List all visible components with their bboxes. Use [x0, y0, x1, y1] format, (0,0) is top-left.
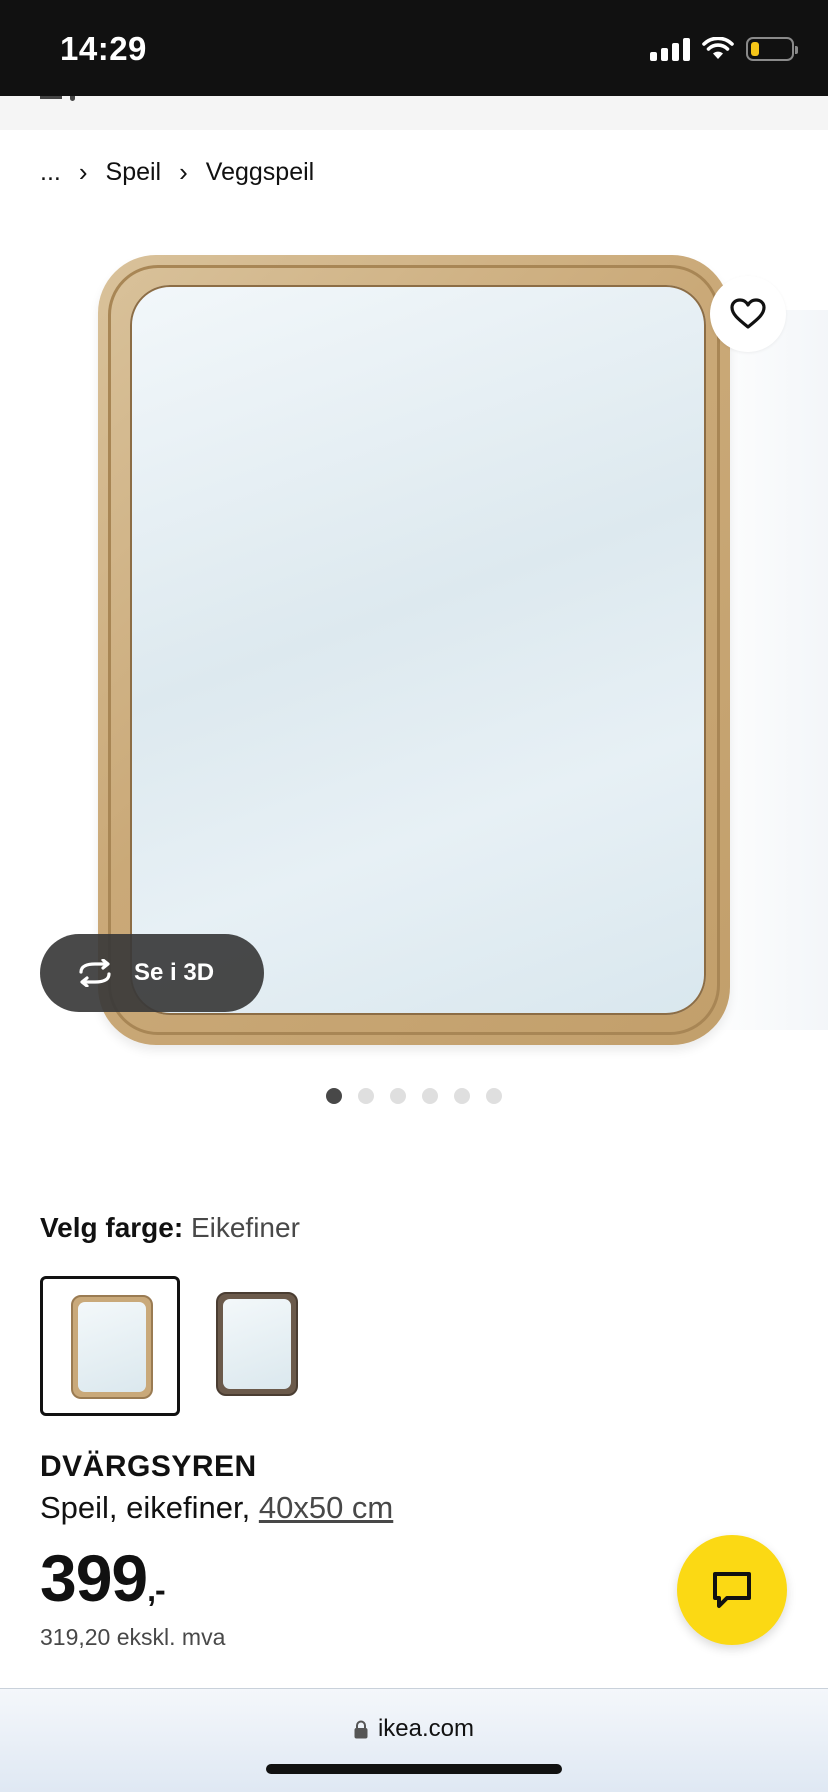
favorite-button[interactable] [710, 276, 786, 352]
color-selector-label: Velg farge: Eikefiner [40, 1212, 300, 1244]
chat-bubble-icon [713, 1572, 751, 1608]
product-name: DVÄRGSYREN [40, 1450, 257, 1483]
product-description-text: Speil, eikefiner, [40, 1490, 251, 1525]
mirror-frame [98, 255, 730, 1045]
pager-dot[interactable] [326, 1088, 342, 1104]
heart-icon [730, 298, 766, 329]
signal-icon [650, 37, 690, 61]
breadcrumb: ... › Speil › Veggspeil [40, 156, 314, 188]
pager-dot[interactable] [486, 1088, 502, 1104]
view-3d-button[interactable]: Se i 3D [40, 934, 264, 1012]
oak-veneer-swatch[interactable] [40, 1276, 180, 1416]
product-description: Speil, eikefiner, 40x50 cm [40, 1490, 393, 1526]
breadcrumb-item-speil[interactable]: Speil [106, 158, 162, 187]
chevron-right-icon: › [179, 156, 188, 187]
price-value: 399 [40, 1541, 148, 1615]
url-text: ikea.com [377, 1715, 475, 1742]
status-bar: 14:29 [0, 0, 828, 96]
pager-dot[interactable] [422, 1088, 438, 1104]
dark-brown-swatch[interactable] [188, 1276, 328, 1416]
wifi-icon [702, 37, 734, 59]
battery-level [751, 42, 759, 56]
breadcrumb-ellipsis[interactable]: ... [40, 158, 61, 187]
chevron-right-icon: › [78, 156, 88, 187]
battery-icon [746, 37, 798, 61]
pager-dot[interactable] [454, 1088, 470, 1104]
pager-dot[interactable] [358, 1088, 374, 1104]
menu-icon[interactable] [40, 96, 86, 102]
home-indicator [266, 1764, 562, 1774]
breadcrumb-item-veggspeil[interactable]: Veggspeil [206, 158, 314, 187]
product-price: 399,- [40, 1540, 166, 1616]
color-label: Velg farge: [40, 1212, 184, 1243]
image-pager[interactable] [326, 1088, 502, 1104]
pager-dot[interactable] [390, 1088, 406, 1104]
status-icons [650, 34, 798, 64]
size-link[interactable]: 40x50 cm [259, 1490, 393, 1525]
view-3d-label: Se i 3D [134, 959, 215, 986]
status-time: 14:29 [60, 30, 147, 67]
header-strip [0, 96, 828, 130]
rotate-3d-icon [79, 959, 111, 987]
browser-url-bar[interactable]: ikea.com [0, 1688, 828, 1792]
price-suffix: ,- [147, 1572, 166, 1608]
color-value: Eikefiner [190, 1212, 300, 1243]
mirror-glass [130, 285, 706, 1015]
price-ex-vat: 319,20 ekskl. mva [40, 1624, 226, 1650]
chat-button[interactable] [677, 1535, 787, 1645]
lock-icon [354, 1720, 368, 1738]
